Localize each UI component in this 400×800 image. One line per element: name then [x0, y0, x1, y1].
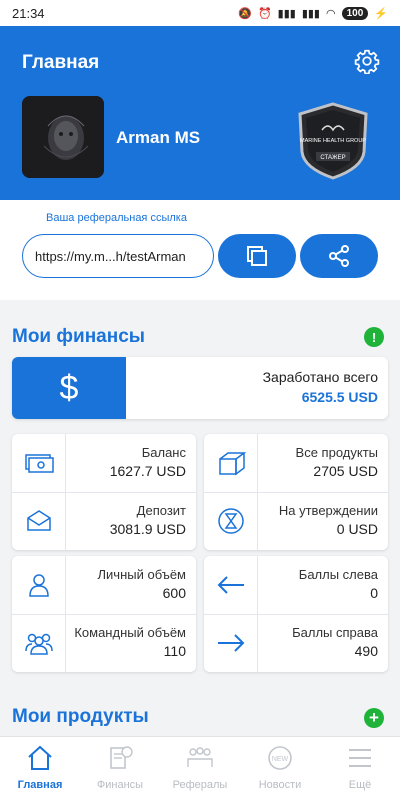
page-title: Главная [22, 52, 100, 73]
status-icons: 🔕 ⏰ ▮▮▮ ▮▮▮ ◠ 100 ⚡ [238, 6, 388, 20]
nav-finance[interactable]: Финансы [80, 737, 160, 800]
gear-icon[interactable] [354, 48, 380, 74]
referral-section: Ваша реферальная ссылка https://my.m...h… [0, 200, 400, 300]
volume-card: Личный объём 600 Командный объём 110 [12, 556, 196, 672]
hourglass-icon [204, 492, 258, 550]
menu-icon [349, 749, 371, 767]
products-card: Все продукты 2705 USD На утверждении 0 U… [204, 434, 388, 550]
team-volume-label: Командный объём [74, 625, 186, 640]
cash-icon [12, 434, 66, 492]
share-button[interactable] [300, 234, 378, 278]
status-time: 21:34 [12, 5, 45, 21]
deposit-row[interactable]: Депозит 3081.9 USD [12, 492, 196, 550]
news-icon: NEW [268, 746, 292, 770]
points-right-row[interactable]: Баллы справа 490 [204, 614, 388, 672]
all-products-row[interactable]: Все продукты 2705 USD [204, 434, 388, 492]
pending-label: На утверждении [278, 503, 378, 518]
all-products-value: 2705 USD [313, 463, 378, 479]
points-left-label: Баллы слева [298, 567, 378, 582]
alarm-icon: ⏰ [257, 7, 272, 20]
personal-volume-label: Личный объём [97, 567, 187, 582]
home-icon [28, 745, 52, 770]
badge-title: MARINE HEALTH GROUP [300, 138, 366, 144]
dollar-icon: $ [12, 357, 126, 419]
finance-title: Мои финансы [12, 326, 146, 347]
bottom-nav: Главная Финансы Рефералы NEW Новости Ещё [0, 736, 400, 800]
points-card: Баллы слева 0 Баллы справа 490 [204, 556, 388, 672]
all-products-label: Все продукты [295, 445, 378, 460]
nav-referrals[interactable]: Рефералы [160, 737, 240, 800]
deposit-label: Депозит [136, 503, 186, 518]
rank-badge-icon: MARINE HEALTH GROUP СТАЖЕР [298, 102, 368, 180]
user-icon [12, 556, 66, 614]
personal-volume-value: 600 [162, 585, 186, 601]
nav-home-label: Главная [17, 779, 63, 791]
signal-icon-2: ▮▮▮ [301, 7, 320, 20]
signal-icon: ▮▮▮ [277, 7, 296, 20]
team-volume-row[interactable]: Командный объём 110 [12, 614, 196, 672]
status-bar: 21:34 🔕 ⏰ ▮▮▮ ▮▮▮ ◠ 100 ⚡ [0, 0, 400, 26]
deposit-value: 3081.9 USD [109, 521, 186, 537]
charging-icon: ⚡ [374, 7, 388, 20]
battery-icon: 100 [341, 6, 369, 20]
nav-more[interactable]: Ещё [320, 737, 400, 800]
avatar[interactable] [22, 96, 104, 178]
earned-value: 6525.5 USD [301, 389, 378, 405]
nav-more-label: Ещё [348, 779, 372, 791]
referrals-icon [187, 747, 213, 767]
svg-text:NEW: NEW [272, 756, 289, 763]
referral-link-field[interactable]: https://my.m...h/testArman [22, 234, 214, 278]
copy-button[interactable] [218, 234, 296, 278]
info-icon[interactable]: ! [364, 327, 384, 347]
user-name: Arman MS [116, 128, 201, 147]
balance-label: Баланс [141, 445, 186, 460]
balance-row[interactable]: Баланс 1627.7 USD [12, 434, 196, 492]
profile-header: Главная Arman MS MARINE HEALTH GROUP СТА… [0, 26, 400, 200]
points-right-value: 490 [354, 643, 378, 659]
personal-volume-row[interactable]: Личный объём 600 [12, 556, 196, 614]
mute-icon: 🔕 [238, 7, 252, 20]
team-icon [12, 614, 66, 672]
badge-rank: СТАЖЕР [320, 155, 345, 161]
arrow-left-icon [204, 556, 258, 614]
points-left-value: 0 [370, 585, 378, 601]
nav-news[interactable]: NEW Новости [240, 737, 320, 800]
arrow-right-icon [204, 614, 258, 672]
copy-icon [247, 246, 267, 266]
nav-home[interactable]: Главная [0, 737, 80, 800]
wifi-icon: ◠ [326, 7, 336, 20]
finance-icon [110, 746, 133, 769]
earned-total-card: $ Заработано всего 6525.5 USD [12, 357, 388, 419]
share-icon [329, 245, 349, 267]
points-right-label: Баллы справа [292, 625, 378, 640]
avatar-image [22, 96, 104, 178]
balance-card: Баланс 1627.7 USD Депозит 3081.9 USD [12, 434, 196, 550]
boxes-icon [204, 434, 258, 492]
envelope-icon [12, 492, 66, 550]
nav-finance-label: Финансы [96, 779, 144, 791]
nav-referrals-label: Рефералы [172, 779, 228, 791]
products-title: Мои продукты [12, 706, 149, 727]
balance-value: 1627.7 USD [109, 463, 186, 479]
pending-row[interactable]: На утверждении 0 USD [204, 492, 388, 550]
nav-news-label: Новости [258, 779, 302, 791]
team-volume-value: 110 [163, 643, 186, 659]
pending-value: 0 USD [336, 521, 378, 537]
points-left-row[interactable]: Баллы слева 0 [204, 556, 388, 614]
add-product-icon[interactable]: + [364, 708, 384, 728]
referral-label: Ваша реферальная ссылка [46, 212, 187, 224]
earned-label: Заработано всего [262, 369, 378, 385]
